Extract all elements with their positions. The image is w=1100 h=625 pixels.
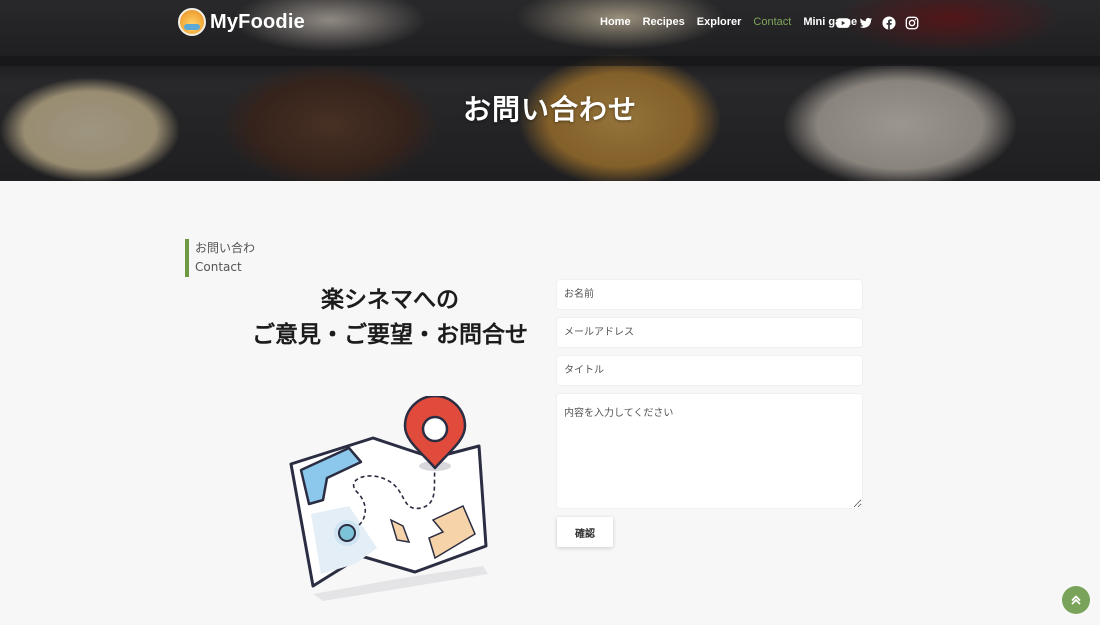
confirm-button[interactable]: 確認 bbox=[557, 517, 613, 547]
brand-logo-icon bbox=[178, 8, 206, 36]
social-links bbox=[836, 15, 928, 30]
title-field[interactable] bbox=[557, 356, 862, 385]
nav-item-home[interactable]: Home bbox=[600, 16, 631, 28]
email-field[interactable] bbox=[557, 318, 862, 347]
hero-banner: MyFoodie Home Recipes Explorer Contact M… bbox=[0, 0, 1100, 181]
nav-item-explorer[interactable]: Explorer bbox=[697, 16, 742, 28]
nav-menu: Home Recipes Explorer Contact Mini game bbox=[600, 16, 869, 28]
brand-name: MyFoodie bbox=[210, 10, 305, 33]
contact-lead: 楽シネマへの ご意見・ご要望・お問合せ bbox=[230, 283, 550, 353]
map-illustration bbox=[283, 394, 493, 601]
page-title: お問い合わせ bbox=[462, 93, 637, 126]
section-label-en: Contact bbox=[195, 260, 242, 274]
facebook-icon[interactable] bbox=[882, 15, 896, 30]
section-label: お問い合わ Contact bbox=[185, 239, 255, 277]
youtube-icon[interactable] bbox=[836, 15, 850, 29]
lead-line-2: ご意見・ご要望・お問合せ bbox=[252, 322, 528, 348]
top-navbar: MyFoodie Home Recipes Explorer Contact M… bbox=[0, 0, 1100, 46]
double-chevron-up-icon bbox=[1071, 595, 1081, 605]
nav-item-recipes[interactable]: Recipes bbox=[643, 16, 685, 28]
hero-decoration bbox=[0, 56, 1100, 66]
scroll-to-top-button[interactable] bbox=[1062, 586, 1090, 614]
instagram-icon[interactable] bbox=[905, 15, 919, 30]
section-label-ja: お問い合わ bbox=[195, 241, 256, 255]
twitter-icon[interactable] bbox=[859, 15, 873, 29]
content-textarea[interactable] bbox=[557, 394, 862, 508]
brand-logo-link[interactable]: MyFoodie bbox=[178, 8, 305, 36]
lead-line-1: 楽シネマへの bbox=[321, 287, 459, 313]
nav-item-contact[interactable]: Contact bbox=[753, 16, 791, 28]
contact-form: 確認 bbox=[557, 280, 862, 547]
name-field[interactable] bbox=[557, 280, 862, 309]
